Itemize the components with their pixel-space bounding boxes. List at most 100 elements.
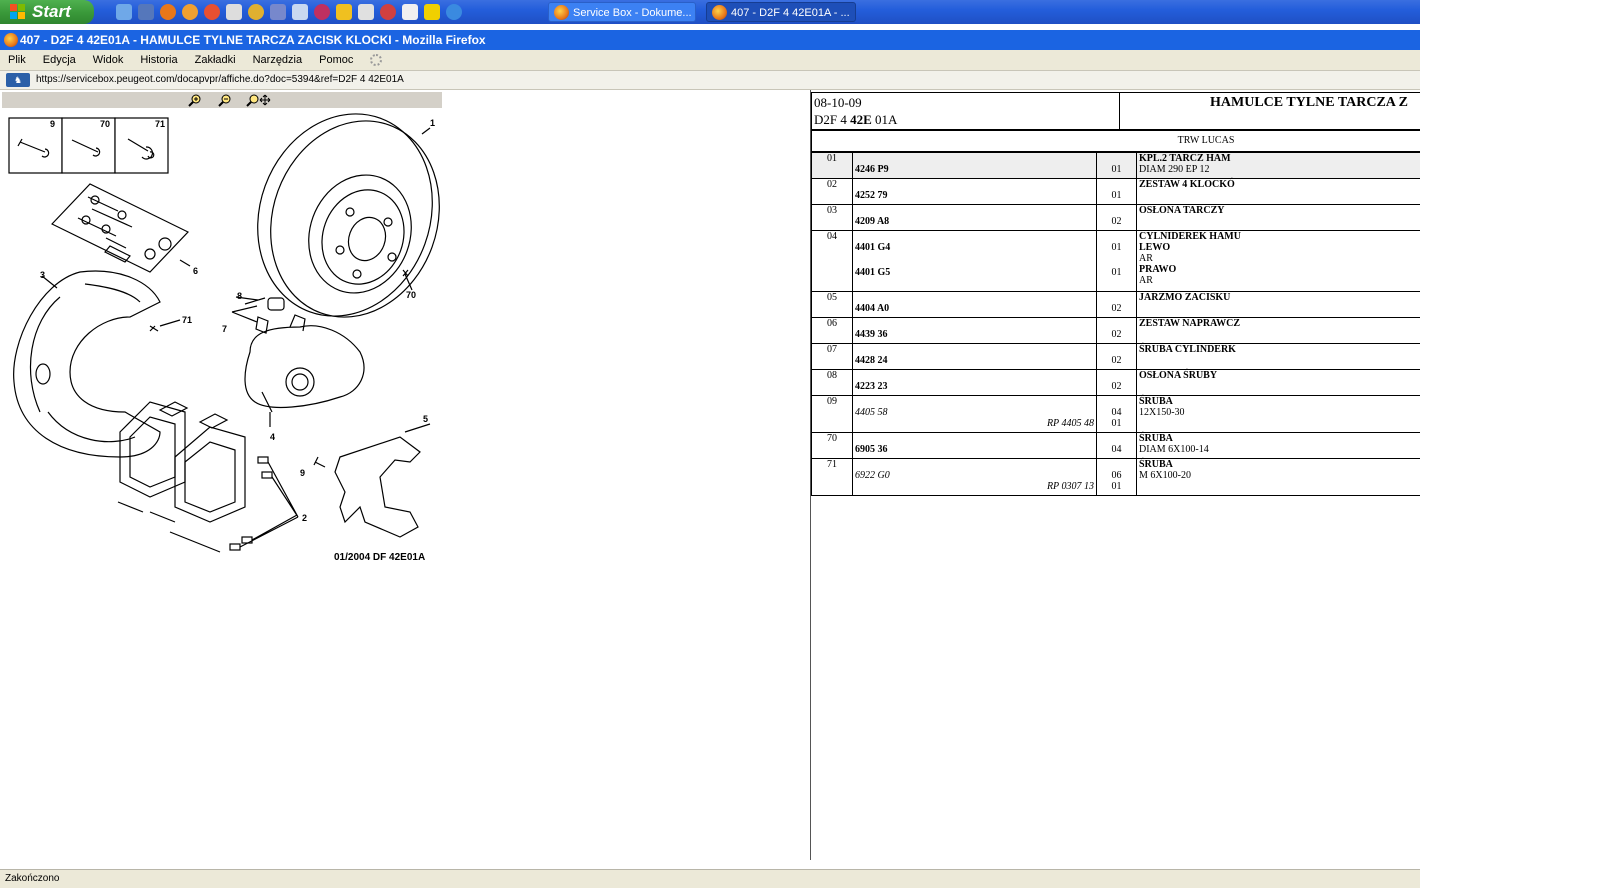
sheet-code-suffix: 01A [871,112,898,127]
quicklaunch-firefox-icon[interactable] [160,4,176,20]
quicklaunch-app-icon[interactable] [336,4,352,20]
callout-3: 3 [40,270,45,280]
partnumber-cell[interactable]: 4401 G4 4401 G5 [852,230,1097,292]
partnumber-cell[interactable]: 4223 23 [852,369,1097,396]
sheet-header: 08-10-09 D2F 4 42E 01A HAMULCE TYLNE TAR… [811,92,1420,131]
callout-4: 4 [270,432,275,442]
desc-2: PRAWO [1139,264,1177,275]
qty: 04 [1111,407,1122,418]
start-button[interactable]: Start [0,0,94,24]
loading-throbber-icon [370,54,383,66]
quicklaunch-save-icon[interactable] [138,4,154,20]
partnumber-cell[interactable]: 4428 24 [852,343,1097,370]
zoom-out-icon[interactable] [218,93,232,107]
quicklaunch-app-icon[interactable] [182,4,198,20]
brake-disc-drawing [257,113,440,318]
desc-cell: OSŁONA TARCZY [1136,204,1420,231]
table-row: 09 4405 58 RP 4405 48 04 01 ŚRUBA 12X150-30 [811,395,1420,433]
partnumber-cell[interactable]: 6905 36 [852,432,1097,459]
quicklaunch-app-icon[interactable] [314,4,330,20]
qty-cell: 02 [1096,204,1137,231]
table-row: 07 4428 24 02 ŚRUBA CYLINDERK [811,343,1420,370]
address-url[interactable]: https://servicebox.peugeot.com/docapvpr/… [36,74,404,85]
menu-pomoc[interactable]: Pomoc [319,54,353,66]
quicklaunch-desktop-icon[interactable] [116,4,132,20]
desc: OSŁONA TARCZY [1139,205,1225,216]
quicklaunch-notepad-icon[interactable] [292,4,308,20]
zoom-toolbar [2,92,442,108]
desc-sub: DIAM 6X100-14 [1139,444,1209,455]
menu-historia[interactable]: Historia [140,54,177,66]
qty: 02 [1111,355,1122,366]
parts-sheet: 08-10-09 D2F 4 42E 01A HAMULCE TYLNE TAR… [811,92,1420,862]
quicklaunch-app-icon[interactable] [402,4,418,20]
screen: Start Service Box - Dokume... 407 - D2F … [0,0,1420,888]
quicklaunch-app-icon[interactable] [270,4,286,20]
desc: JARZMO ZACISKU [1139,292,1231,303]
quicklaunch-app-icon[interactable] [248,4,264,20]
repair-kit-drawing [51,183,191,273]
desc-cell: CYLNIDEREK HAMU LEWO AR PRAWO AR [1136,230,1420,292]
ref-cell: 07 [811,343,853,370]
desc-sub3: AR [1139,275,1153,286]
taskbar-task-servicebox[interactable]: Service Box - Dokume... [548,2,696,22]
menu-zakladki[interactable]: Zakładki [195,54,236,66]
desc-cell: ŚRUBA M 6X100-20 [1136,458,1420,496]
callout-9: 9 [300,468,305,478]
menu-widok[interactable]: Widok [93,54,124,66]
desc-sub: 12X150-30 [1139,407,1185,418]
partnumber-cell[interactable]: 4405 58 RP 4405 48 [852,395,1097,433]
qty-cell: 02 [1096,291,1137,318]
ref-cell: 03 [811,204,853,231]
address-bar[interactable]: ♞ https://servicebox.peugeot.com/docapvp… [0,70,1420,90]
quicklaunch-app-icon[interactable] [226,4,242,20]
menu-narzedzia[interactable]: Narzędzia [253,54,303,66]
desc-sub: M 6X100-20 [1139,470,1191,481]
desc-cell: JARZMO ZACISKU [1136,291,1420,318]
taskbar: Start Service Box - Dokume... 407 - D2F … [0,0,1420,24]
desc-cell: ZESTAW NAPRAWCZ [1136,317,1420,344]
qty: 02 [1111,303,1122,314]
sheet-code-bold: 42E [850,112,872,127]
partnumber-cell[interactable]: 4252 79 [852,178,1097,205]
quicklaunch-app-icon[interactable] [358,4,374,20]
qty: 01 [1111,190,1122,201]
ref-cell: 01 [811,152,853,179]
drawing-caption: 01/2004 DF 42E01A [334,552,425,563]
callout-7: 7 [222,324,227,334]
partnumber-cell[interactable]: 4246 P9 [852,152,1097,179]
taskbar-task-parts-page[interactable]: 407 - D2F 4 42E01A - ... [706,2,856,22]
brake-pads-drawing [117,401,299,553]
partnumber-cell[interactable]: 4209 A8 [852,204,1097,231]
partnumber-cell[interactable]: 4439 36 [852,317,1097,344]
start-label: Start [32,2,71,21]
ref-cell: 05 [811,291,853,318]
sheet-code: D2F 4 42E 01A [814,112,897,128]
callout-9-box: 9 [50,119,55,129]
quicklaunch-ie-icon[interactable] [446,4,462,20]
desc-sub2: AR [1139,253,1153,264]
quicklaunch-app-icon[interactable] [204,4,220,20]
ref-cell: 70 [811,432,853,459]
quicklaunch-app-icon[interactable] [424,4,440,20]
menu-plik[interactable]: Plik [8,54,26,66]
zoom-in-icon[interactable] [188,93,202,107]
ref-cell: 06 [811,317,853,344]
callout-5: 5 [423,414,428,424]
qty-cell: 02 [1096,317,1137,344]
exploded-parts-diagram: 9 70 71 1 70 6 3 71 8 7 4 5 9 2 01/2004 … [8,113,440,563]
desc: ŚRUBA CYLINDERK [1139,344,1236,355]
partnumber-cell[interactable]: 4404 A0 [852,291,1097,318]
desc: CYLNIDEREK HAMU [1139,231,1241,242]
desc-cell: KPL.2 TARCZ HAM DIAM 290 EP 12 [1136,152,1420,179]
zoom-pan-icon[interactable] [246,93,272,107]
menu-edycja[interactable]: Edycja [43,54,76,66]
partnumber-cell[interactable]: 6922 G0 RP 0307 13 [852,458,1097,496]
desc: KPL.2 TARCZ HAM [1139,153,1231,164]
quicklaunch-app-icon[interactable] [380,4,396,20]
qty-2: 01 [1111,481,1122,492]
part-number: 6922 G0 [855,470,890,481]
firefox-icon [4,33,18,47]
desc-cell: OSŁONA ŚRUBY [1136,369,1420,396]
status-bar: Zakończono [0,869,1420,888]
